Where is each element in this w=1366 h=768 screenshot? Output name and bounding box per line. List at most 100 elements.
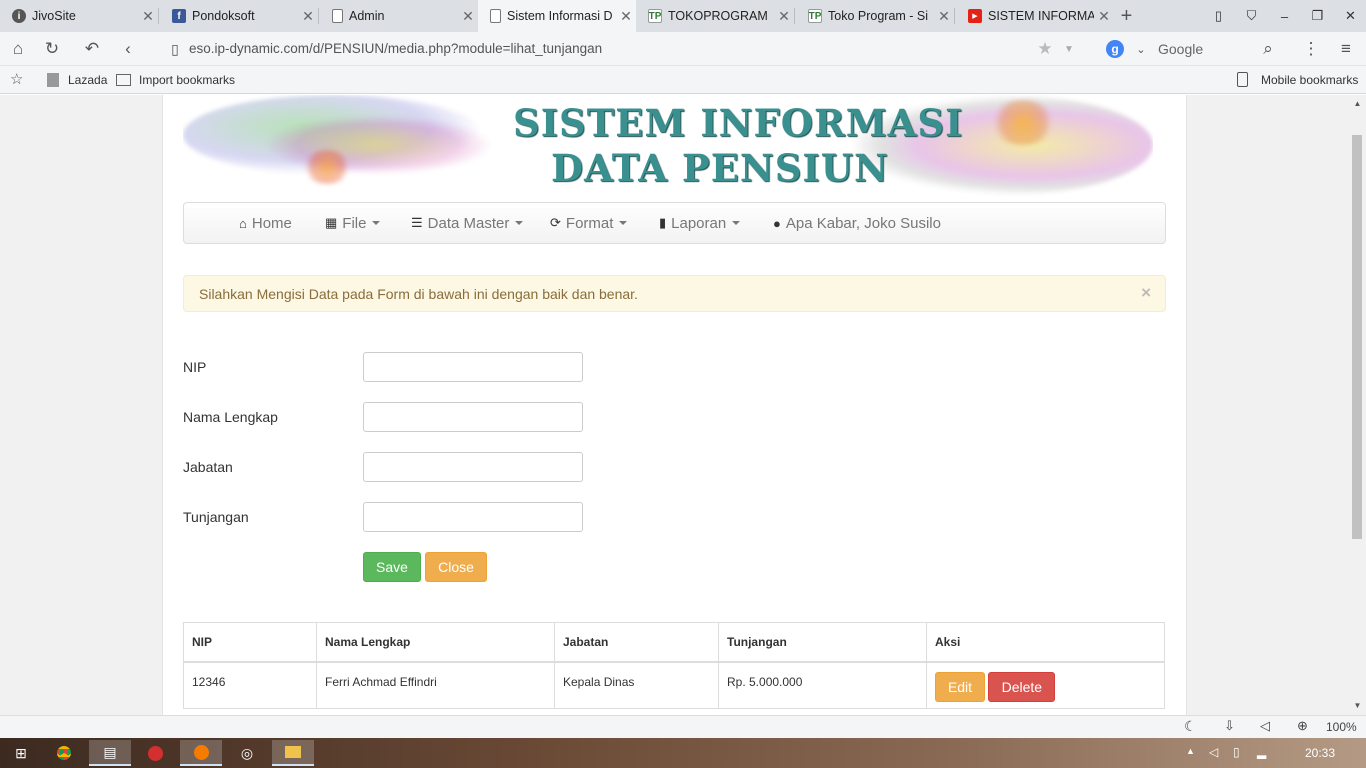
media-player-icon[interactable]	[134, 740, 176, 766]
col-nama-lengkap: Nama Lengkap	[316, 622, 555, 663]
download-icon[interactable]: ⇩	[1224, 718, 1235, 734]
youtube-icon: ▶	[968, 9, 982, 23]
undo-icon[interactable]: ↶	[75, 32, 109, 66]
hamburger-icon[interactable]: ≡	[1329, 32, 1363, 66]
smoke-decoration	[988, 100, 1058, 145]
close-tab-icon[interactable]: ✕	[616, 8, 636, 25]
status-bar: ☾ ⇩ ◁ ⊕ 100%	[0, 715, 1366, 738]
network-icon[interactable]: ▂	[1257, 745, 1266, 759]
list-icon: ☰	[411, 215, 423, 230]
nav-laporan[interactable]: ▮ Laporan	[659, 203, 741, 243]
night-mode-icon[interactable]: ☾	[1184, 718, 1197, 735]
tunjangan-input[interactable]	[363, 502, 583, 532]
alert-close-icon[interactable]: ×	[1141, 283, 1151, 303]
scrollbar-thumb[interactable]	[1352, 135, 1362, 539]
dropdown-icon[interactable]: ▼	[1052, 32, 1086, 66]
notepad-icon[interactable]: ▤	[89, 740, 131, 766]
cell-tunjangan: Rp. 5.000.000	[718, 661, 927, 709]
menu-dots-icon[interactable]: ⋮	[1294, 32, 1328, 66]
bookmark-star-icon[interactable]: ☆	[10, 70, 23, 88]
book-icon: ▮	[659, 215, 667, 230]
caret-down-icon	[372, 221, 381, 225]
minimize-icon[interactable]: –	[1268, 0, 1301, 32]
uc-browser-icon[interactable]	[180, 740, 222, 766]
google-icon[interactable]: g	[1106, 40, 1124, 58]
bookmark-import[interactable]: Import bookmarks	[139, 73, 235, 87]
home-icon: ⌂	[239, 215, 247, 231]
tab-tokoprogram[interactable]: TP TOKOPROGRAM ✕	[636, 0, 794, 32]
zoom-level[interactable]: 100%	[1326, 720, 1357, 734]
nama-lengkap-label: Nama Lengkap	[183, 409, 278, 425]
banner-title-line2: DATA PENSIUN	[551, 146, 889, 190]
app-icon[interactable]: ◎	[226, 740, 268, 766]
tab-bar: i JivoSite ✕ f Pondoksoft ✕ Admin ✕ Sist…	[0, 0, 1366, 32]
refresh-icon: ⟳	[550, 215, 561, 230]
scroll-up-icon[interactable]: ▲	[1349, 99, 1366, 108]
nav-data-master[interactable]: ☰ Data Master	[411, 203, 524, 243]
close-tab-icon[interactable]: ✕	[138, 8, 158, 25]
header-banner: SISTEM INFORMASI DATA PENSIUN	[183, 95, 1153, 199]
jabatan-input[interactable]	[363, 452, 583, 482]
scroll-down-icon[interactable]: ▼	[1349, 701, 1366, 710]
url-field[interactable]: eso.ip-dynamic.com/d/PENSIUN/media.php?m…	[189, 41, 602, 56]
close-window-icon[interactable]: ✕	[1334, 0, 1366, 32]
volume-tray-icon[interactable]: ◁	[1209, 745, 1218, 759]
close-tab-icon[interactable]: ✕	[458, 8, 478, 25]
cell-aksi: Edit Delete	[926, 661, 1165, 709]
close-tab-icon[interactable]: ✕	[934, 8, 954, 25]
nip-input[interactable]	[363, 352, 583, 382]
chrome-icon[interactable]	[43, 740, 85, 766]
tunjangan-label: Tunjangan	[183, 509, 249, 525]
vertical-scrollbar[interactable]: ▲ ▼	[1349, 95, 1366, 715]
tab-admin[interactable]: Admin ✕	[320, 0, 478, 32]
nav-home[interactable]: ⌂ Home	[239, 203, 292, 243]
facebook-icon: f	[172, 9, 186, 23]
new-tab-button[interactable]: +	[1110, 0, 1143, 32]
grid-icon: ▦	[325, 215, 338, 230]
mobile-bookmarks[interactable]: Mobile bookmarks	[1261, 73, 1358, 87]
page-container: SISTEM INFORMASI DATA PENSIUN ⌂ Home ▦ F…	[162, 95, 1187, 715]
battery-icon[interactable]: ▯	[1233, 745, 1240, 759]
windows-start-icon[interactable]: ⊞	[0, 740, 42, 766]
col-tunjangan: Tunjangan	[718, 622, 927, 663]
nip-label: NIP	[183, 359, 207, 375]
bookmarks-bar: ☆ Lazada Import bookmarks Mobile bookmar…	[0, 66, 1366, 94]
tab-sistem-informa[interactable]: ▶ SISTEM INFORMA ✕	[956, 0, 1114, 32]
back-icon[interactable]: ‹	[111, 32, 145, 66]
skin-icon[interactable]: ⛉	[1235, 0, 1268, 32]
tab-jivosite[interactable]: i JivoSite ✕	[0, 0, 158, 32]
close-tab-icon[interactable]: ✕	[298, 8, 318, 25]
tab-sistem-informasi[interactable]: Sistem Informasi D ✕	[478, 0, 636, 32]
save-button[interactable]: Save	[363, 552, 421, 582]
nav-format[interactable]: ⟳ Format	[550, 203, 628, 243]
page-icon	[490, 9, 501, 23]
nav-greeting[interactable]: ● Apa Kabar, Joko Susilo	[773, 203, 941, 243]
search-icon[interactable]: ⌕	[1251, 32, 1285, 66]
smoke-decoration	[263, 115, 493, 175]
clock[interactable]: 20:33	[1305, 746, 1335, 760]
bookmark-lazada[interactable]: Lazada	[68, 73, 107, 87]
page-info-icon[interactable]: ▯	[158, 32, 192, 66]
close-tab-icon[interactable]: ✕	[774, 8, 794, 25]
table-row: 12346 Ferri Achmad Effindri Kepala Dinas…	[183, 661, 1165, 709]
file-explorer-icon[interactable]	[272, 740, 314, 766]
edit-button[interactable]: Edit	[935, 671, 985, 702]
col-jabatan: Jabatan	[554, 622, 719, 663]
tray-arrow-icon[interactable]: ▲	[1186, 746, 1195, 756]
delete-button[interactable]: Delete	[988, 671, 1056, 702]
home-icon[interactable]: ⌂	[1, 32, 35, 66]
globe-icon: ●	[773, 215, 781, 231]
tab-toko-program[interactable]: TP Toko Program - Si ✕	[796, 0, 954, 32]
nav-file[interactable]: ▦ File	[325, 203, 381, 243]
tab-pondoksoft[interactable]: f Pondoksoft ✕	[160, 0, 318, 32]
zoom-icon[interactable]: ⊕	[1297, 718, 1308, 734]
close-button[interactable]: Close	[425, 552, 487, 582]
volume-icon[interactable]: ◁	[1260, 718, 1270, 734]
search-engine-label[interactable]: Google	[1158, 41, 1203, 57]
col-nip: NIP	[183, 622, 317, 663]
search-engine-dropdown-icon[interactable]: ⌄	[1124, 32, 1158, 66]
tab-list-icon[interactable]: ▯	[1202, 0, 1235, 32]
restore-icon[interactable]: ❐	[1301, 0, 1334, 32]
nama-lengkap-input[interactable]	[363, 402, 583, 432]
reload-icon[interactable]: ↻	[35, 32, 69, 66]
